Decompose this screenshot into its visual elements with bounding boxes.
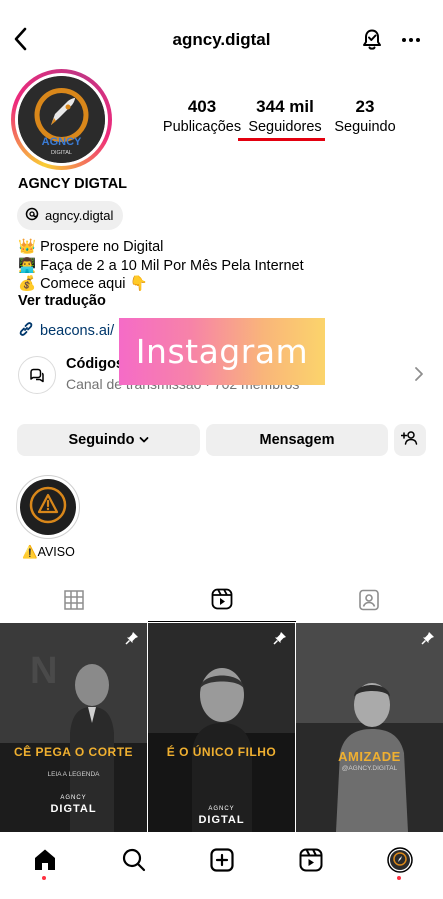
threads-badge[interactable]: agncy.digtal [17, 201, 124, 230]
avatar-brand-subtext: DIGITAL [51, 150, 72, 156]
bottom-navigation [0, 832, 443, 899]
profile-stats: 403 Publicações 344 mil Seguidores 23 Se… [158, 97, 428, 143]
message-button[interactable]: Mensagem [206, 424, 388, 456]
channel-title: Códigos [66, 356, 124, 372]
reels-grid: N CÊ PEGA O CORTE LEIA A LEGENDA AGNCY D… [0, 623, 443, 832]
profile-avatar: AGNCY DIGITAL [18, 76, 105, 163]
instagram-watermark-banner: Instagram [119, 318, 325, 385]
stat-posts[interactable]: 403 Publicações [162, 97, 242, 135]
following-button-label: Seguindo [68, 432, 135, 448]
chevron-down-icon [139, 432, 149, 448]
see-translation-link[interactable]: Ver tradução [18, 293, 106, 309]
stat-posts-value: 403 [187, 97, 217, 116]
avatar-brand-text: AGNCY [42, 136, 82, 148]
stat-followers-value: 344 mil [256, 97, 314, 116]
stat-following-label: Seguindo [334, 119, 396, 135]
reel-subcaption: @AGNCY.DIGITAL [341, 765, 398, 772]
reel-thumbnail[interactable]: É O ÚNICO FILHO AGNCY DIGTAL [148, 623, 295, 832]
reel-caption: AMIZADE [338, 749, 401, 764]
reel-caption: CÊ PEGA O CORTE [13, 745, 134, 759]
threads-handle: agncy.digtal [45, 208, 114, 223]
following-button[interactable]: Seguindo [17, 424, 200, 456]
reel-brand-top: AGNCY [60, 795, 87, 801]
bio-link[interactable]: beacons.ai/ [18, 321, 114, 341]
tab-tagged[interactable] [295, 582, 443, 622]
bio-line: 👑 Prospere no Digital [18, 239, 164, 255]
suggested-users-button[interactable] [394, 424, 426, 456]
profile-content-tabs [0, 582, 443, 622]
reel-brand-top: AGNCY [208, 806, 235, 812]
stat-following[interactable]: 23 Seguindo [330, 97, 400, 135]
pin-icon [273, 631, 287, 645]
more-options-icon[interactable] [400, 30, 422, 50]
reel-brand: DIGTAL [198, 814, 245, 826]
tagged-person-icon [357, 588, 381, 617]
stat-followers[interactable]: 344 mil Seguidores [240, 97, 330, 135]
pin-icon [421, 631, 435, 645]
instagram-watermark-text: Instagram [135, 332, 309, 371]
stat-followers-label: Seguidores [248, 119, 322, 135]
notification-bell-icon[interactable] [359, 26, 385, 52]
chevron-right-icon [412, 364, 426, 384]
followers-red-underline [238, 138, 325, 141]
display-name: AGNCY DIGTAL [18, 176, 128, 192]
reels-icon [210, 587, 234, 616]
highlight-label: ⚠️AVISO [22, 545, 75, 559]
profile-bio: 👑 Prospere no Digital 👨‍💻 Faça de 2 a 10… [18, 238, 304, 294]
create-icon[interactable] [208, 846, 236, 874]
reel-subcaption: LEIA A LEGENDA [47, 771, 100, 778]
stat-posts-label: Publicações [162, 119, 242, 135]
tab-posts-grid[interactable] [0, 582, 148, 622]
story-highlight-aviso[interactable] [16, 475, 80, 539]
search-icon[interactable] [120, 846, 148, 874]
top-bar: agncy.digtal [0, 0, 443, 78]
stat-following-value: 23 [355, 97, 375, 116]
reel-thumbnail[interactable]: N CÊ PEGA O CORTE LEIA A LEGENDA AGNCY D… [0, 623, 147, 832]
home-notification-dot [42, 876, 46, 880]
warning-icon [28, 485, 68, 530]
profile-notification-dot [397, 876, 401, 880]
message-button-label: Mensagem [259, 432, 335, 448]
reels-icon[interactable] [297, 846, 325, 874]
reel-thumbnail[interactable]: AMIZADE @AGNCY.DIGITAL [296, 623, 443, 832]
profile-avatar[interactable] [386, 846, 414, 874]
reel-brand: DIGTAL [50, 803, 97, 815]
home-icon[interactable] [31, 846, 59, 874]
profile-avatar-story-ring[interactable]: AGNCY DIGITAL [11, 69, 112, 170]
reel-caption: É O ÚNICO FILHO [166, 745, 277, 759]
bio-line: 💰 Comece aqui 👇 [18, 276, 148, 292]
threads-icon [25, 207, 39, 224]
bio-line: 👨‍💻 Faça de 2 a 10 Mil Por Mês Pela Inte… [18, 257, 304, 274]
pin-icon [125, 631, 139, 645]
bio-link-text: beacons.ai/ [40, 323, 115, 339]
broadcast-channel-icon [18, 356, 56, 394]
grid-icon [63, 589, 85, 616]
link-icon [18, 321, 34, 341]
add-person-icon [400, 430, 419, 450]
svg-text:N: N [30, 650, 57, 692]
tab-reels[interactable] [148, 582, 296, 622]
